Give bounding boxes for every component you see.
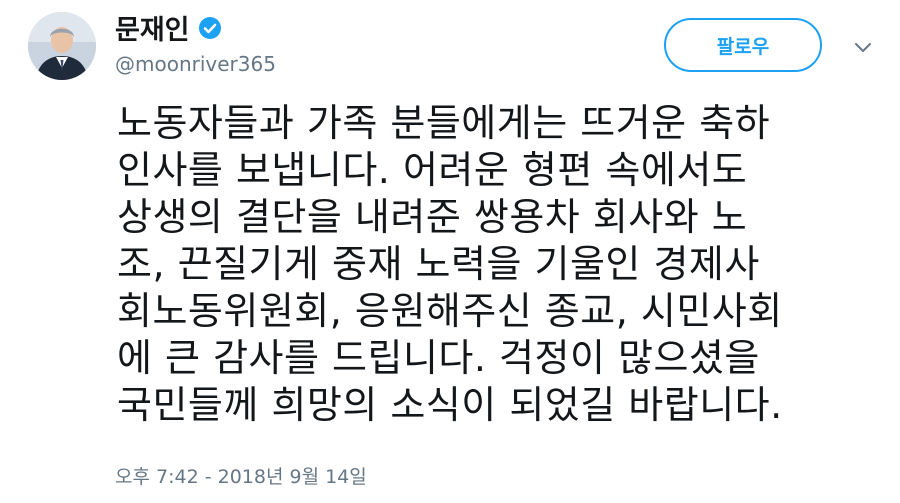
tweet-timestamp[interactable]: 오후 7:42 - 2018년 9월 14일 <box>115 462 367 489</box>
user-handle[interactable]: @moonriver365 <box>115 52 276 76</box>
tweet-line: 에 큰 감사를 드립니다. 걱정이 많으셨을 <box>117 336 760 380</box>
tweet-line: 조, 끈질기게 중재 노력을 기울인 경제사 <box>117 242 760 286</box>
name-row: 문재인 <box>115 8 222 47</box>
tweet-line: 상생의 결단을 내려준 쌍용차 회사와 노 <box>117 195 748 239</box>
tweet-line: 인사를 보냅니다. 어려운 형편 속에서도 <box>117 148 748 192</box>
tweet-text: 노동자들과 가족 분들에게는 뜨거운 축하 인사를 보냅니다. 어려운 형편 속… <box>117 100 897 429</box>
display-name[interactable]: 문재인 <box>115 8 190 47</box>
profile-photo-icon <box>28 12 96 80</box>
chevron-down-icon[interactable] <box>852 36 874 58</box>
tweet-line: 노동자들과 가족 분들에게는 뜨거운 축하 <box>117 101 771 145</box>
avatar[interactable] <box>28 12 96 80</box>
follow-button[interactable]: 팔로우 <box>664 18 822 72</box>
tweet-line: 국민들께 희망의 소식이 되었길 바랍니다. <box>117 383 783 427</box>
tweet-line: 회노동위원회, 응원해주신 종교, 시민사회 <box>117 289 783 333</box>
verified-badge-icon <box>198 16 221 39</box>
